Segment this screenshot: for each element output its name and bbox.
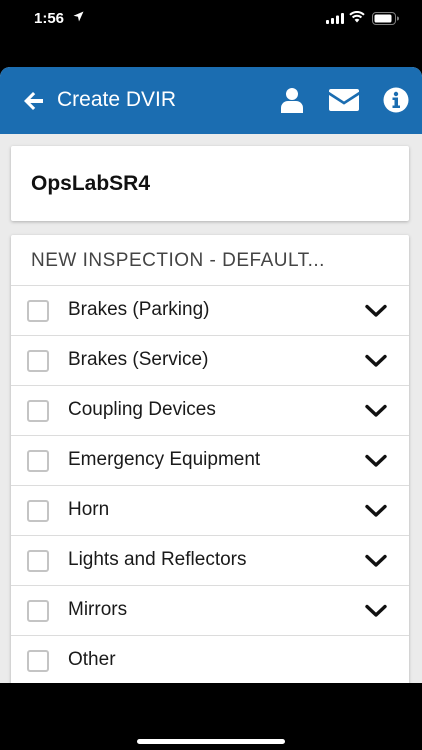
inspection-list: NEW INSPECTION - DEFAULT... Brakes (Park… — [11, 235, 409, 683]
inspection-item-label: Horn — [68, 499, 110, 520]
wifi-icon — [349, 11, 365, 23]
inspection-item-label: Coupling Devices — [68, 399, 216, 420]
back-arrow-icon[interactable] — [22, 89, 46, 113]
chevron-down-icon[interactable] — [365, 454, 387, 468]
checkbox[interactable] — [27, 300, 49, 322]
inspection-item[interactable]: Emergency Equipment — [11, 435, 409, 486]
info-icon[interactable] — [383, 87, 409, 113]
user-icon[interactable] — [280, 87, 304, 113]
inspection-item[interactable]: Brakes (Service) — [11, 335, 409, 386]
checkbox[interactable] — [27, 600, 49, 622]
inspection-item-label: Brakes (Parking) — [68, 299, 210, 320]
checkbox[interactable] — [27, 550, 49, 572]
inspection-item[interactable]: Brakes (Parking) — [11, 285, 409, 336]
vehicle-name: OpsLabSR4 — [31, 172, 151, 195]
battery-icon — [372, 12, 399, 25]
inspection-item-label: Lights and Reflectors — [68, 549, 247, 570]
status-time: 1:56 — [34, 10, 65, 27]
checkbox[interactable] — [27, 450, 49, 472]
page-title: Create DVIR — [57, 88, 177, 111]
inspection-item[interactable]: Mirrors — [11, 585, 409, 636]
chevron-down-icon[interactable] — [365, 504, 387, 518]
status-bar: 1:56 — [0, 0, 422, 38]
checkbox[interactable] — [27, 350, 49, 372]
chevron-down-icon[interactable] — [365, 604, 387, 618]
checkbox[interactable] — [27, 650, 49, 672]
chevron-down-icon[interactable] — [365, 354, 387, 368]
checkbox[interactable] — [27, 400, 49, 422]
checkbox[interactable] — [27, 500, 49, 522]
home-indicator[interactable] — [137, 739, 285, 744]
mail-icon[interactable] — [328, 89, 360, 111]
inspection-item-label: Emergency Equipment — [68, 449, 261, 470]
inspection-item[interactable]: Lights and Reflectors — [11, 535, 409, 586]
chevron-down-icon[interactable] — [365, 404, 387, 418]
inspection-item[interactable]: Horn — [11, 485, 409, 536]
inspection-header: NEW INSPECTION - DEFAULT... — [31, 250, 325, 271]
location-arrow-icon — [73, 11, 84, 22]
app-screen: Create DVIR OpsLabSR4 NEW INSPECTION - D… — [0, 67, 422, 683]
inspection-item[interactable]: Other — [11, 635, 409, 683]
inspection-item-label: Other — [68, 649, 116, 670]
cellular-signal-icon — [326, 13, 344, 24]
inspection-item-label: Brakes (Service) — [68, 349, 209, 370]
chevron-down-icon[interactable] — [365, 304, 387, 318]
inspection-item[interactable]: Coupling Devices — [11, 385, 409, 436]
chevron-down-icon[interactable] — [365, 554, 387, 568]
vehicle-card: OpsLabSR4 — [11, 146, 409, 221]
inspection-item-label: Mirrors — [68, 599, 128, 620]
app-bar: Create DVIR — [0, 67, 422, 134]
